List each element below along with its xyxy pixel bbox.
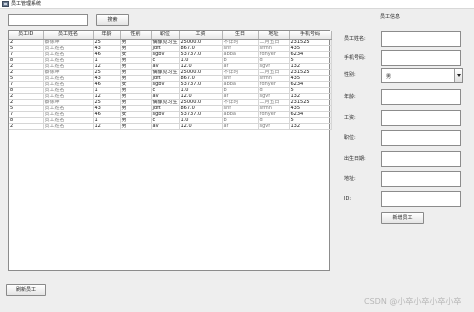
window-title-bar: 员工管理系统 [0, 0, 474, 9]
id-field[interactable] [381, 191, 461, 207]
column-header[interactable]: 职位 [151, 31, 180, 40]
age-field[interactable] [381, 89, 461, 105]
address-field[interactable] [381, 171, 461, 187]
column-header[interactable]: 员工姓名 [43, 31, 94, 40]
table-cell[interactable]: 员工姓名 [43, 123, 94, 130]
table-cell[interactable]: 12 [93, 123, 121, 130]
name-field[interactable] [381, 31, 461, 47]
form-title: 员工信息 [380, 14, 401, 20]
position-field[interactable] [381, 130, 461, 146]
address-label: 地址: [344, 176, 356, 182]
table-header-row: 员工ID 员工姓名 年龄 性别 职位 工资 生日 地址 手机号码 [9, 31, 332, 40]
add-employee-button[interactable]: 新增员工 [381, 212, 424, 224]
table-cell[interactable]: 偶像见习生 [151, 99, 180, 106]
salary-field[interactable] [381, 110, 461, 126]
phone-field[interactable] [381, 50, 461, 66]
phone-label: 手机号码: [344, 55, 366, 61]
table-cell[interactable]: sgvf [258, 123, 290, 130]
table-cell[interactable]: 12.0 [179, 123, 223, 130]
table-cell[interactable]: 2 [9, 123, 44, 130]
column-header[interactable]: 工资 [179, 31, 223, 40]
gender-label: 性别: [344, 72, 356, 78]
table-row[interactable]: 2 员工姓名 12 男 av 12.0 af sgvf 132 [9, 123, 332, 130]
column-header[interactable]: 地址 [258, 31, 290, 40]
id-label: ID: [344, 196, 352, 202]
window-title: 员工管理系统 [11, 1, 42, 7]
column-header[interactable]: 性别 [120, 31, 152, 40]
refresh-employees-button[interactable]: 刷新员工 [6, 284, 46, 296]
watermark: CSDN @小卒小卒小卒小卒 [364, 297, 462, 306]
employee-table[interactable]: 员工ID 员工姓名 年龄 性别 职位 工资 生日 地址 手机号码 2 蔡徐坤 25 男… [8, 30, 332, 271]
search-button[interactable]: 搜索 [96, 14, 129, 26]
chevron-down-icon[interactable] [454, 69, 462, 82]
search-input[interactable] [8, 14, 88, 26]
birthday-label: 出生日期: [344, 156, 366, 162]
table-cell[interactable]: 132 [289, 123, 332, 130]
table-cell[interactable]: 偶像见习生 [151, 69, 180, 76]
age-label: 年龄: [344, 94, 356, 100]
position-label: 职位: [344, 135, 356, 141]
birthday-field[interactable] [381, 151, 461, 167]
table-cell[interactable]: 偶像见习生 [151, 39, 180, 46]
gender-select[interactable]: 男 [381, 68, 463, 83]
table-cell[interactable]: af [222, 123, 259, 130]
table-cell[interactable]: av [151, 123, 180, 130]
gender-select-value: 男 [386, 74, 392, 80]
column-header[interactable]: 年龄 [93, 31, 121, 40]
name-label: 员工姓名: [344, 36, 366, 42]
salary-label: 工资: [344, 115, 356, 121]
table-cell[interactable]: 男 [120, 123, 152, 130]
column-header[interactable]: 手机号码 [289, 31, 332, 40]
app-icon [2, 1, 9, 7]
column-header[interactable]: 员工ID [9, 31, 44, 40]
column-header[interactable]: 生日 [222, 31, 259, 40]
